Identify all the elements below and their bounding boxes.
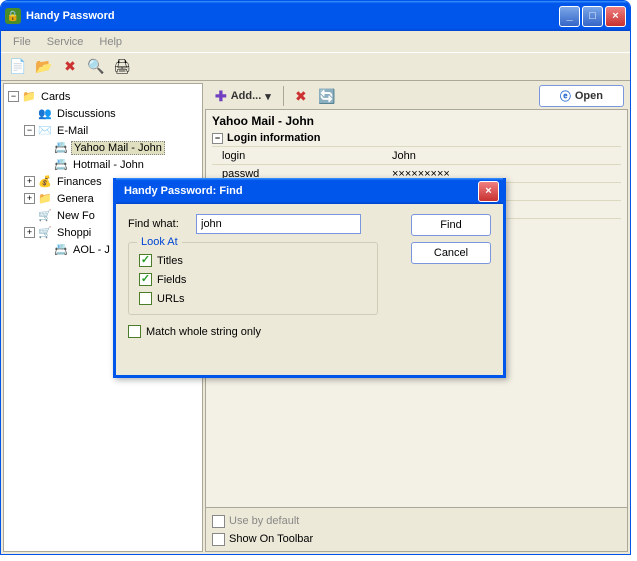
- match-whole-row[interactable]: Match whole string only: [128, 325, 491, 338]
- delete-icon[interactable]: ✖: [59, 56, 81, 78]
- cancel-button[interactable]: Cancel: [411, 242, 491, 264]
- detail-row-login: loginJohn: [212, 147, 621, 165]
- checkbox-icon[interactable]: [128, 325, 141, 338]
- titlebar: Handy Password _ □ ×: [1, 1, 630, 31]
- collapse-icon[interactable]: −: [8, 91, 19, 102]
- show-toolbar-row[interactable]: Show On Toolbar: [212, 530, 621, 548]
- fields-checkbox-row[interactable]: ✓Fields: [139, 270, 367, 289]
- tree-label: Cards: [39, 91, 72, 103]
- maximize-button[interactable]: □: [582, 6, 603, 27]
- menubar: File Service Help: [1, 31, 630, 53]
- find-what-label: Find what:: [128, 218, 188, 230]
- cart-icon: 🛒: [37, 226, 53, 239]
- expand-icon[interactable]: +: [24, 176, 35, 187]
- search-icon[interactable]: 🔍: [85, 56, 107, 78]
- menu-help[interactable]: Help: [91, 34, 130, 50]
- mail-icon: ✉️: [37, 124, 53, 137]
- menu-file[interactable]: File: [5, 34, 39, 50]
- ie-icon: ⓔ: [560, 88, 571, 104]
- close-button[interactable]: ×: [605, 6, 626, 27]
- left-toolbar: 📄 📂 ✖ 🔍 🖨: [1, 53, 630, 81]
- urls-checkbox-row[interactable]: URLs: [139, 289, 367, 308]
- card-icon: 📇: [53, 158, 69, 171]
- find-button[interactable]: Find: [411, 214, 491, 236]
- use-default-row: Use by default: [212, 512, 621, 530]
- bottom-panel: Use by default Show On Toolbar: [205, 508, 628, 552]
- dialog-title: Handy Password: Find: [124, 185, 243, 197]
- tree-root[interactable]: − 📁 Cards: [8, 88, 200, 105]
- tree-yahoo[interactable]: 📇Yahoo Mail - John: [40, 139, 200, 156]
- chevron-down-icon: ▾: [265, 90, 271, 103]
- tree-discussions[interactable]: 👥Discussions: [24, 105, 200, 122]
- find-dialog: Handy Password: Find × Find what: Find C…: [113, 178, 506, 378]
- checkbox-icon: [212, 515, 225, 528]
- expand-icon[interactable]: +: [24, 193, 35, 204]
- find-input[interactable]: [196, 214, 361, 234]
- open-button[interactable]: ⓔOpen: [539, 85, 624, 107]
- card-icon: 📇: [53, 141, 69, 154]
- right-toolbar: ✚Add...▾ ✖ 🔄 ⓔOpen: [205, 83, 628, 109]
- add-button[interactable]: ✚Add...▾: [209, 86, 277, 107]
- folder-icon: 📁: [37, 192, 53, 205]
- expand-icon[interactable]: +: [24, 227, 35, 238]
- delete-icon[interactable]: ✖: [290, 85, 312, 107]
- checkbox-checked-icon[interactable]: ✓: [139, 273, 152, 286]
- card-icon: 📇: [53, 243, 69, 256]
- new-icon[interactable]: 📄: [7, 56, 29, 78]
- checkbox-icon[interactable]: [212, 533, 225, 546]
- look-at-group: Look At ✓Titles ✓Fields URLs: [128, 242, 378, 315]
- detail-title: Yahoo Mail - John: [212, 112, 621, 130]
- money-icon: 💰: [37, 175, 53, 188]
- folder-icon: 📁: [21, 90, 37, 103]
- app-icon: [5, 8, 21, 24]
- window-title: Handy Password: [26, 10, 115, 22]
- collapse-icon: −: [212, 133, 223, 144]
- plus-icon: ✚: [215, 88, 227, 105]
- refresh-icon[interactable]: 🔄: [316, 85, 338, 107]
- collapse-icon[interactable]: −: [24, 125, 35, 136]
- look-at-legend: Look At: [137, 236, 182, 248]
- tree-hotmail[interactable]: 📇Hotmail - John: [40, 156, 200, 173]
- detail-section[interactable]: −Login information: [212, 130, 621, 147]
- cart-icon: 🛒: [37, 209, 53, 222]
- open-folder-icon[interactable]: 📂: [33, 56, 55, 78]
- minimize-button[interactable]: _: [559, 6, 580, 27]
- checkbox-icon[interactable]: [139, 292, 152, 305]
- print-icon[interactable]: 🖨: [111, 56, 133, 78]
- dialog-close-button[interactable]: ×: [478, 181, 499, 202]
- menu-service[interactable]: Service: [39, 34, 92, 50]
- tree-email[interactable]: −✉️E-Mail: [24, 122, 200, 139]
- dialog-titlebar: Handy Password: Find ×: [116, 178, 503, 204]
- dialog-body: Find what: Find Cancel Look At ✓Titles ✓…: [116, 204, 503, 375]
- checkbox-checked-icon[interactable]: ✓: [139, 254, 152, 267]
- titles-checkbox-row[interactable]: ✓Titles: [139, 251, 367, 270]
- people-icon: 👥: [37, 107, 53, 120]
